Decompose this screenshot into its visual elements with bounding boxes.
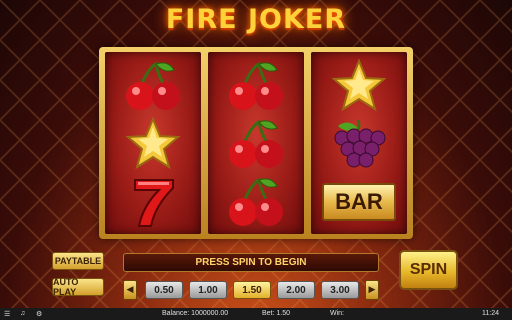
reel-3: BAR <box>311 52 407 234</box>
bet-decrease-button[interactable]: ◀ <box>123 280 137 300</box>
cherry-icon <box>105 56 201 116</box>
chevron-left-icon: ◀ <box>126 285 134 295</box>
menu-icon[interactable]: ☰ <box>4 310 10 318</box>
bar-icon: BAR <box>311 172 407 232</box>
sound-icon[interactable]: ♫ <box>20 310 25 317</box>
slot-machine: BAR <box>99 47 413 239</box>
cherry-icon <box>208 56 304 116</box>
star-icon <box>105 114 201 174</box>
spin-button[interactable]: SPIN <box>399 250 458 290</box>
seven-icon <box>105 172 201 232</box>
chevron-right-icon: ▶ <box>368 285 376 295</box>
bar-label: BAR <box>322 183 396 221</box>
status-bar: ☰ ♫ ⚙ Balance: 1000000.00 Bet: 1.50 Win:… <box>0 308 512 320</box>
balance-text: Balance: 1000000.00 <box>162 310 229 317</box>
bet-option-150-selected[interactable]: 1.50 <box>233 281 271 299</box>
reel-2 <box>208 52 304 234</box>
bet-option-100[interactable]: 1.00 <box>189 281 227 299</box>
game-title: FIRE JOKER <box>165 4 347 35</box>
cherry-icon <box>208 172 304 232</box>
bet-increase-button[interactable]: ▶ <box>365 280 379 300</box>
cherry-icon <box>208 114 304 174</box>
message-bar: PRESS SPIN TO BEGIN <box>123 253 379 272</box>
grapes-icon <box>311 114 407 174</box>
win-text: Win: <box>330 310 344 317</box>
settings-icon[interactable]: ⚙ <box>36 310 42 318</box>
clock-text: 11:24 <box>482 310 499 317</box>
star-icon <box>311 56 407 116</box>
bet-option-200[interactable]: 2.00 <box>277 281 315 299</box>
bet-option-300[interactable]: 3.00 <box>321 281 359 299</box>
autoplay-button[interactable]: AUTO PLAY <box>52 277 104 297</box>
reel-1 <box>105 52 201 234</box>
paytable-button[interactable]: PAYTABLE <box>52 252 104 270</box>
bet-option-050[interactable]: 0.50 <box>145 281 183 299</box>
bet-text: Bet: 1.50 <box>262 310 291 317</box>
